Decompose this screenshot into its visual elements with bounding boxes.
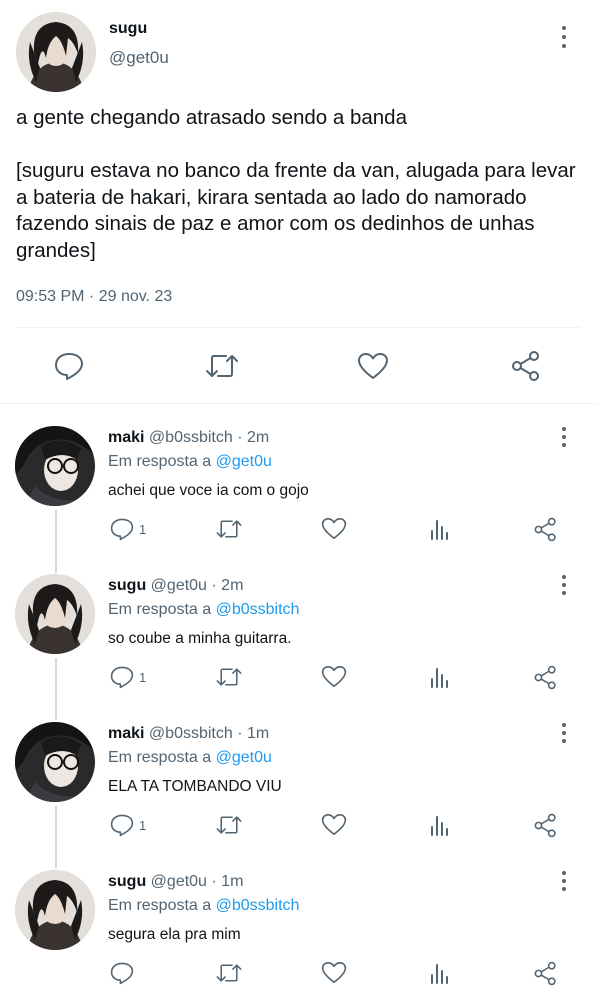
avatar[interactable] (15, 870, 95, 950)
replying-to-link[interactable]: @b0ssbitch (216, 601, 300, 618)
like-icon[interactable] (321, 813, 347, 836)
replying-to-link[interactable]: @get0u (216, 749, 272, 766)
replying-to: Em resposta a @b0ssbitch (108, 601, 299, 619)
more-options-icon[interactable] (558, 427, 570, 447)
replying-to-link[interactable]: @get0u (216, 453, 272, 470)
reply-text: achei que voce ia com o gojo (108, 482, 309, 499)
avatar[interactable] (15, 574, 95, 654)
replying-to-label: Em resposta a (108, 453, 216, 470)
more-options-icon[interactable] (558, 575, 570, 595)
author-handle[interactable]: @get0u (109, 48, 169, 68)
like-icon[interactable] (321, 517, 347, 540)
more-options-icon[interactable] (558, 26, 570, 48)
replying-to: Em resposta a @get0u (108, 749, 272, 767)
author-name[interactable]: sugu (108, 577, 146, 594)
share-icon[interactable] (533, 961, 558, 986)
avatar-sugu-image (15, 574, 95, 654)
reply-actions (0, 961, 596, 986)
replying-to: Em resposta a @b0ssbitch (108, 897, 299, 915)
author-handle-time[interactable]: @get0u · 2m (151, 577, 244, 594)
divider (16, 327, 580, 328)
more-options-icon[interactable] (558, 723, 570, 743)
author-name[interactable]: sugu (108, 873, 146, 890)
share-icon[interactable] (533, 517, 558, 542)
author-handle-time[interactable]: @b0ssbitch · 2m (149, 429, 269, 446)
avatar[interactable] (15, 426, 95, 506)
reply-text: segura ela pra mim (108, 926, 241, 943)
author-handle-time[interactable]: @b0ssbitch · 1m (149, 725, 269, 742)
reply-count: 1 (139, 818, 147, 833)
more-options-icon[interactable] (558, 871, 570, 891)
share-icon[interactable] (510, 350, 542, 382)
tweet-actions (0, 340, 596, 394)
avatar-sugu-image (15, 870, 95, 950)
retweet-icon[interactable] (204, 352, 240, 380)
replying-to-label: Em resposta a (108, 749, 216, 766)
analytics-icon[interactable] (428, 665, 452, 689)
reply-actions: 1 (0, 665, 596, 690)
avatar-maki-image (15, 722, 95, 802)
tweet-timestamp[interactable]: 09:53 PM · 29 nov. 23 (16, 288, 172, 306)
replying-to-label: Em resposta a (108, 897, 216, 914)
reply-count: 1 (139, 522, 147, 537)
reply-header: sugu @get0u · 1m (108, 873, 243, 891)
divider (0, 403, 596, 404)
reply-actions: 1 (0, 517, 596, 542)
analytics-icon[interactable] (428, 813, 452, 837)
reply-count: 1 (139, 670, 147, 685)
author-name[interactable]: sugu (109, 20, 147, 38)
like-icon[interactable] (321, 665, 347, 688)
reply-icon[interactable] (109, 813, 135, 837)
avatar[interactable] (15, 722, 95, 802)
share-icon[interactable] (533, 665, 558, 690)
share-icon[interactable] (533, 813, 558, 838)
author-name[interactable]: maki (108, 725, 144, 742)
reply-icon[interactable] (109, 961, 135, 985)
like-icon[interactable] (321, 961, 347, 984)
retweet-icon[interactable] (215, 666, 243, 688)
author-name[interactable]: maki (108, 429, 144, 446)
reply-header: sugu @get0u · 2m (108, 577, 243, 595)
replying-to: Em resposta a @get0u (108, 453, 272, 471)
reply-header: maki @b0ssbitch · 2m (108, 429, 269, 447)
main-tweet: sugu @get0u a gente chegando atrasado se… (0, 0, 596, 404)
replying-to-link[interactable]: @b0ssbitch (216, 897, 300, 914)
reply-actions: 1 (0, 813, 596, 838)
author-handle-time[interactable]: @get0u · 1m (151, 873, 244, 890)
reply-text: ELA TA TOMBANDO VIU (108, 778, 282, 795)
retweet-icon[interactable] (215, 518, 243, 540)
reply-text: so coube a minha guitarra. (108, 630, 292, 647)
avatar[interactable] (16, 12, 96, 92)
reply-icon[interactable] (109, 665, 135, 689)
retweet-icon[interactable] (215, 962, 243, 984)
avatar-sugu-image (16, 12, 96, 92)
tweet-text: a gente chegando atrasado sendo a banda … (16, 106, 576, 262)
replying-to-label: Em resposta a (108, 601, 216, 618)
avatar-maki-image (15, 426, 95, 506)
analytics-icon[interactable] (428, 961, 452, 985)
like-icon[interactable] (357, 352, 389, 380)
retweet-icon[interactable] (215, 814, 243, 836)
reply-icon[interactable] (53, 351, 85, 381)
reply-header: maki @b0ssbitch · 1m (108, 725, 269, 743)
reply-icon[interactable] (109, 517, 135, 541)
analytics-icon[interactable] (428, 517, 452, 541)
